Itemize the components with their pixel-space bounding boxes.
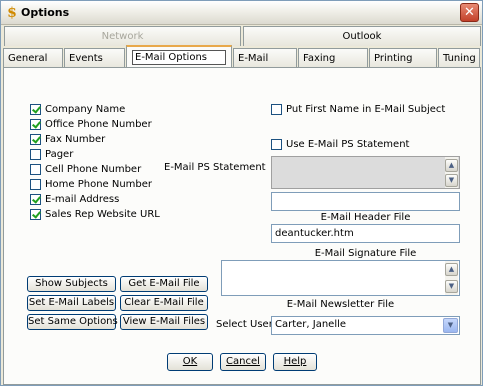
tab-printing[interactable]: Printing [369,48,437,68]
clear-email-file-button[interactable]: Clear E-Mail File [120,295,208,311]
get-email-file-label: Get E-Mail File [128,278,200,289]
signature-scrollbar[interactable]: ▲ ▼ [445,261,458,295]
ok-button[interactable]: OK [167,353,213,371]
close-icon: ✕ [464,5,475,20]
dollar-icon: $ [7,5,17,21]
tab-tuning[interactable]: Tuning [438,48,480,68]
tab-printing-label: Printing [374,53,413,64]
tab-events[interactable]: Events [64,48,125,68]
tab-outlook-label: Outlook [342,31,382,42]
checkbox-pager-label: Pager [45,149,74,160]
title-bar: $ Options ✕ [1,1,482,25]
view-email-files-button[interactable]: View E-Mail Files [120,314,208,330]
window-title: Options [21,6,70,19]
set-email-labels-label: Set E-Mail Labels [28,297,115,308]
checkbox-home-phone-box[interactable] [30,179,41,190]
tab-network[interactable]: Network [4,26,241,46]
scroll-up-icon[interactable]: ▲ [445,263,458,276]
signature-file-field[interactable]: ▲ ▼ [221,260,460,296]
select-user-value: Carter, Janelle [275,319,347,330]
checkbox-email-address-label: E-mail Address [45,194,120,205]
newsletter-file-label: E-Mail Newsletter File [286,299,395,310]
checkbox-office-phone-box[interactable] [30,119,41,130]
checkbox-sales-rep-url-label: Sales Rep Website URL [45,209,160,220]
checkbox-fax-number-box[interactable] [30,134,41,145]
checkbox-sales-rep-url-box[interactable] [30,209,41,220]
checkbox-first-name-subject-label: Put First Name in E-Mail Subject [286,104,446,115]
ps-statement-label: E-Mail PS Statement [164,162,266,173]
checkbox-cell-phone-box[interactable] [30,164,41,175]
tab-events-label: Events [69,53,103,64]
set-email-labels-button[interactable]: Set E-Mail Labels [27,295,116,311]
clear-email-file-label: Clear E-Mail File [124,297,204,308]
checkbox-first-name-subject-box[interactable] [271,104,282,115]
checkbox-use-ps-label: Use E-Mail PS Statement [286,139,410,150]
view-email-files-label: View E-Mail Files [122,316,206,327]
tab-email-options-label: E-Mail Options [135,52,208,63]
chevron-down-icon[interactable]: ▼ [443,318,458,333]
help-label: Help [283,356,307,367]
checkbox-fax-number-label: Fax Number [45,134,106,145]
tab-general[interactable]: General [3,48,63,68]
set-same-options-label: Set Same Options [28,316,118,327]
header-file-label: E-Mail Header File [320,212,411,223]
scroll-up-icon[interactable]: ▲ [445,159,458,172]
help-button[interactable]: Help [273,353,317,371]
show-subjects-label: Show Subjects [35,278,108,289]
checkbox-cell-phone-label: Cell Phone Number [45,164,142,175]
header-file-value: deantucker.htm [275,228,354,239]
set-same-options-button[interactable]: Set Same Options [27,314,118,330]
tab-faxing-label: Faxing [303,53,336,64]
options-window: $ Options ✕ Network Outlook General Even… [0,0,483,386]
select-user-label: Select User [216,319,273,330]
signature-file-label: E-Mail Signature File [314,248,417,259]
header-file-field[interactable]: deantucker.htm [271,224,460,243]
tab-email-setup[interactable]: E-Mail Setup [233,48,297,83]
ok-label: OK [182,356,198,367]
get-email-file-button[interactable]: Get E-Mail File [120,276,208,292]
tab-email-options[interactable]: E-Mail Options [126,45,232,68]
checkbox-company-name-box[interactable] [30,104,41,115]
tab-tuning-label: Tuning [443,53,476,64]
tab-general-label: General [8,53,48,64]
tab-outlook[interactable]: Outlook [243,26,481,46]
cancel-label: Cancel [226,356,260,367]
tab-email-options-focus: E-Mail Options [132,50,226,65]
show-subjects-button[interactable]: Show Subjects [27,276,116,292]
select-user-dropdown[interactable]: Carter, Janelle ▼ [271,316,460,335]
checkbox-company-name-label: Company Name [45,104,126,115]
ps-statement-scrollbar[interactable]: ▲ ▼ [445,157,458,188]
close-button[interactable]: ✕ [460,3,479,22]
checkbox-use-ps-box[interactable] [271,139,282,150]
extra-text-field[interactable] [271,192,460,211]
scroll-down-icon[interactable]: ▼ [445,280,458,293]
tab-faxing[interactable]: Faxing [298,48,368,68]
checkbox-email-address-box[interactable] [30,194,41,205]
tab-network-label: Network [101,31,144,42]
cancel-button[interactable]: Cancel [220,353,266,371]
checkbox-home-phone-label: Home Phone Number [45,179,153,190]
checkbox-pager-box[interactable] [30,149,41,160]
checkbox-office-phone-label: Office Phone Number [45,119,152,130]
ps-statement-field[interactable]: ▲ ▼ [271,156,460,189]
scroll-down-icon[interactable]: ▼ [445,174,458,187]
